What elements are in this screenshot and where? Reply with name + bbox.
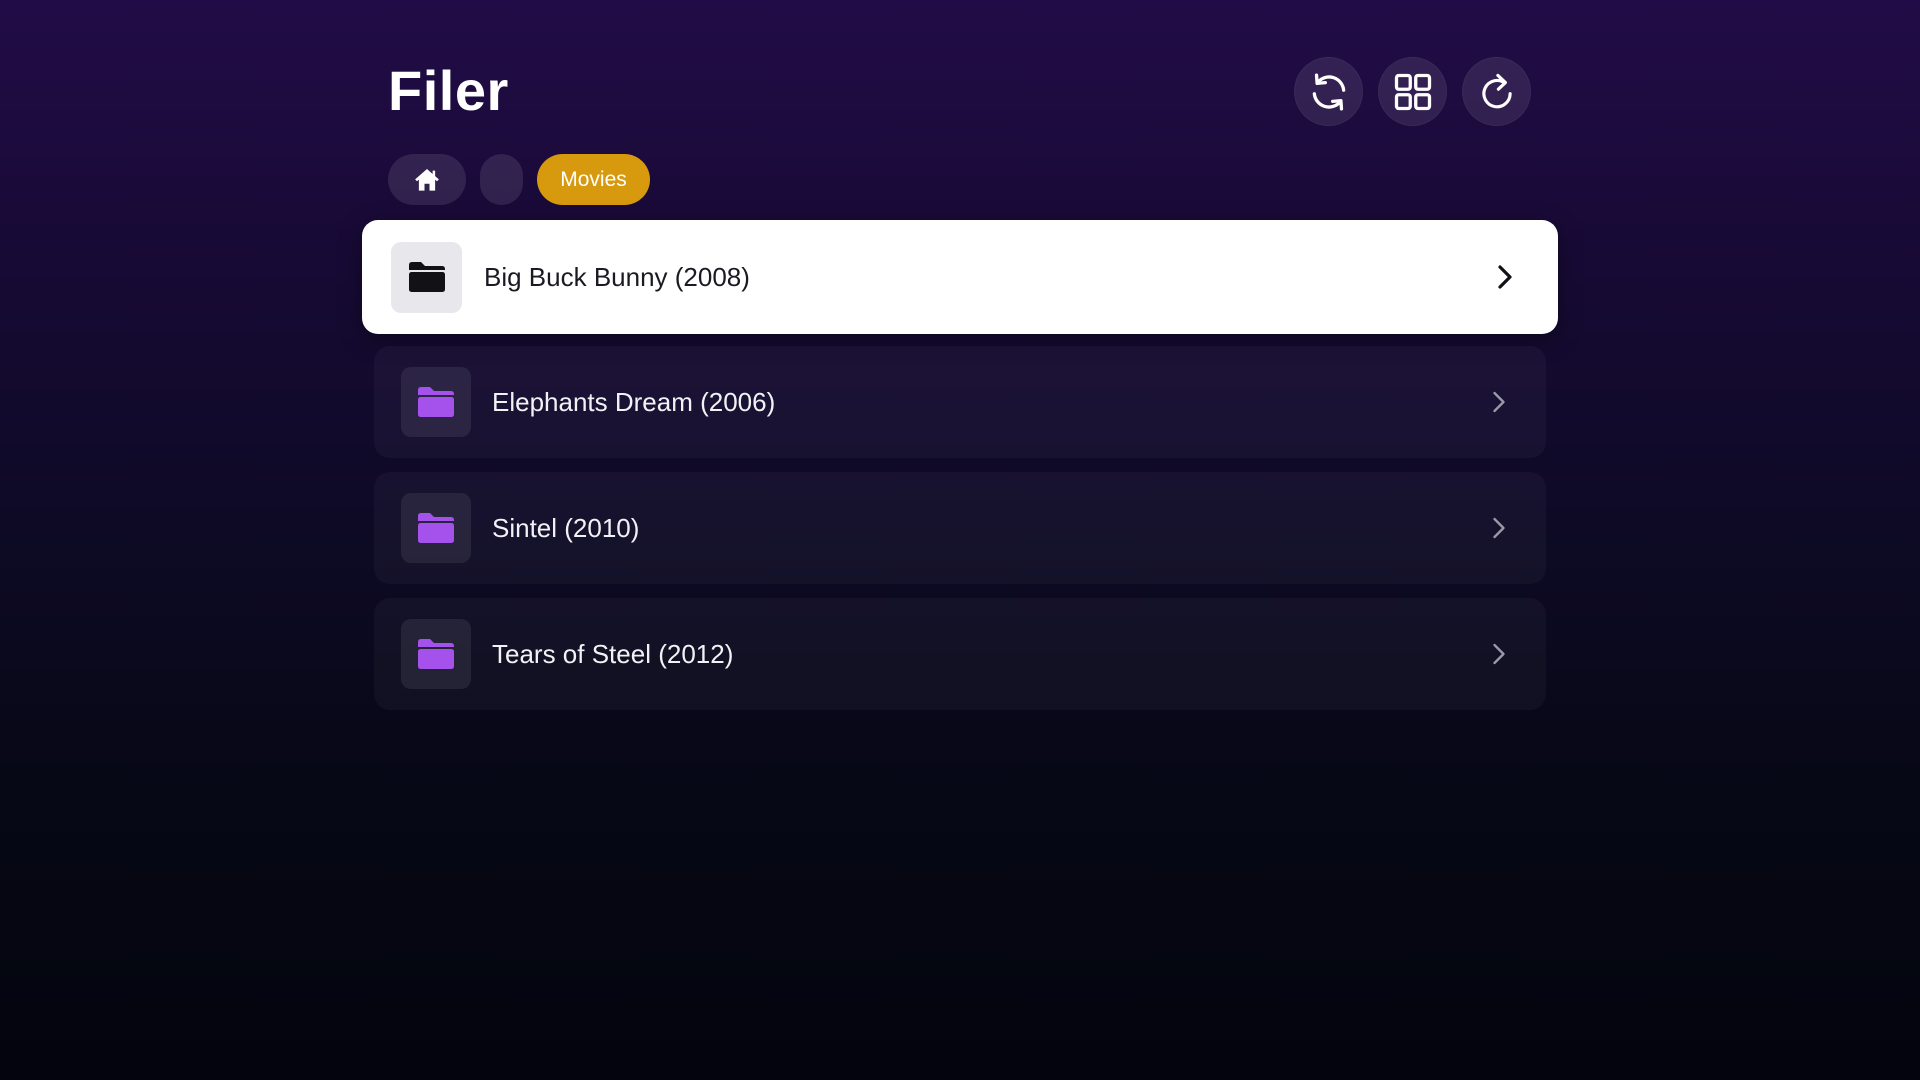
sync-button[interactable] bbox=[1294, 57, 1363, 126]
breadcrumb: Movies bbox=[388, 154, 650, 205]
file-row-tears-of-steel[interactable]: Tears of Steel (2012) bbox=[374, 598, 1546, 710]
folder-icon-container bbox=[401, 619, 471, 689]
refresh-icon bbox=[1481, 73, 1512, 108]
file-list: Big Buck Bunny (2008) Elephants Dream (2… bbox=[362, 220, 1558, 710]
folder-icon-container bbox=[391, 241, 462, 313]
folder-icon bbox=[408, 262, 445, 292]
file-row-sintel[interactable]: Sintel (2010) bbox=[374, 472, 1546, 584]
file-name: Big Buck Bunny (2008) bbox=[484, 261, 750, 292]
folder-icon bbox=[418, 639, 454, 669]
file-name: Tears of Steel (2012) bbox=[492, 638, 734, 669]
chevron-right-icon bbox=[1493, 643, 1505, 665]
folder-icon bbox=[418, 513, 454, 543]
file-name: Sintel (2010) bbox=[492, 512, 640, 543]
breadcrumb-item-empty[interactable] bbox=[480, 154, 523, 205]
chevron-right-icon bbox=[1498, 265, 1512, 289]
grid-view-button[interactable] bbox=[1378, 57, 1447, 126]
folder-icon-container bbox=[401, 367, 471, 437]
toolbar bbox=[1294, 57, 1531, 126]
file-row-elephants-dream[interactable]: Elephants Dream (2006) bbox=[374, 346, 1546, 458]
folder-icon-container bbox=[401, 493, 471, 563]
file-name: Elephants Dream (2006) bbox=[492, 386, 776, 417]
sync-icon bbox=[1312, 72, 1345, 111]
home-icon bbox=[415, 168, 439, 191]
grid-view-icon bbox=[1394, 73, 1431, 110]
app-title: Filer bbox=[388, 59, 509, 122]
filer-screen: Filer Movies Big Buck Bunny (2008) Eleph… bbox=[0, 0, 1920, 1080]
file-row-big-buck-bunny[interactable]: Big Buck Bunny (2008) bbox=[362, 220, 1558, 334]
chevron-right-icon bbox=[1493, 517, 1505, 539]
breadcrumb-home[interactable] bbox=[388, 154, 466, 205]
folder-icon bbox=[418, 387, 454, 417]
refresh-button[interactable] bbox=[1462, 57, 1531, 126]
chevron-right-icon bbox=[1493, 391, 1505, 413]
breadcrumb-item-movies[interactable]: Movies bbox=[537, 154, 650, 205]
